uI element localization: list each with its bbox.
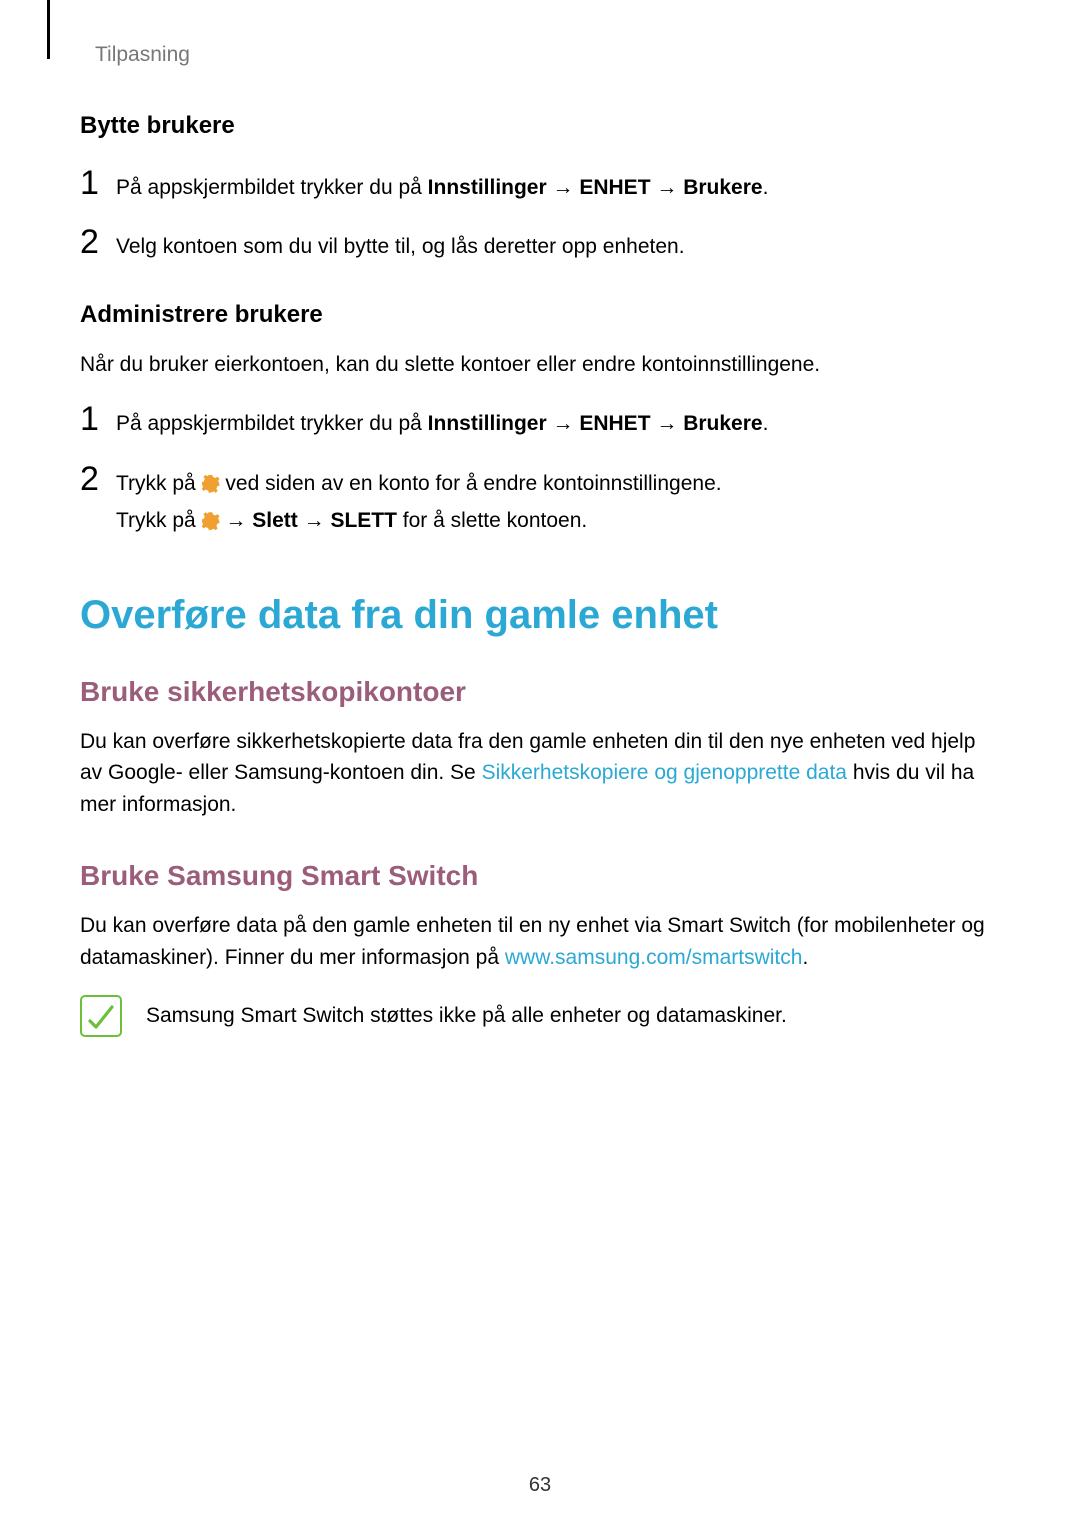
bold-text: Brukere [683,412,762,435]
text: ved siden av en konto for å endre kontoi… [220,472,722,495]
note-text: Samsung Smart Switch støttes ikke på all… [146,1004,787,1028]
heading-administrere-brukere: Administrere brukere [80,301,1000,329]
step-1-2: 2 Velg kontoen som du vil bytte til, og … [80,225,1000,262]
step-number: 1 [80,166,104,200]
page-number: 63 [0,1474,1080,1497]
admin-intro: Når du bruker eierkontoen, kan du slette… [80,349,1000,381]
arrow: → [220,509,253,532]
step-number: 2 [80,225,104,259]
step-2-2: 2 Trykk på ved siden av en konto for å e… [80,462,1000,537]
bold-text: ENHET [579,412,650,435]
step-text: Velg kontoen som du vil bytte til, og lå… [116,232,685,262]
bold-text: ENHET [579,176,650,199]
bold-text: SLETT [330,509,397,532]
heading-bruke-sikkerhetskopikontoer: Bruke sikkerhetskopikontoer [80,676,1000,708]
bold-text: Brukere [683,176,762,199]
text: . [763,176,769,199]
text: . [763,412,769,435]
step-number: 2 [80,462,104,496]
heading-bytte-brukere: Bytte brukere [80,112,1000,140]
link-backup-restore[interactable]: Sikkerhetskopiere og gjenopprette data [482,761,847,784]
heading-overfore-data: Overføre data fra din gamle enhet [80,593,1000,638]
text: På appskjermbildet trykker du på [116,412,428,435]
page-content: Tilpasning Bytte brukere 1 På appskjermb… [0,0,1080,1037]
note-row: Samsung Smart Switch støttes ikke på all… [80,995,1000,1037]
text: Trykk på [116,509,202,532]
note-icon [80,995,122,1037]
text: Trykk på [116,472,202,495]
arrow: → [298,509,331,532]
step-text: Trykk på ved siden av en konto for å end… [116,469,722,537]
arrow: → [651,412,684,435]
arrow: → [651,176,684,199]
step-1-1: 1 På appskjermbildet trykker du på Innst… [80,166,1000,203]
breadcrumb: Tilpasning [95,43,1000,67]
bold-text: Innstillinger [428,412,547,435]
step-text: På appskjermbildet trykker du på Innstil… [116,409,768,439]
gear-icon [202,512,220,530]
text: . [802,946,808,969]
step-number: 1 [80,402,104,436]
arrow: → [547,176,580,199]
heading-bruke-smart-switch: Bruke Samsung Smart Switch [80,860,1000,892]
arrow: → [547,412,580,435]
sect-a-paragraph: Du kan overføre sikkerhetskopierte data … [80,726,1000,821]
sect-b-paragraph: Du kan overføre data på den gamle enhete… [80,910,1000,973]
link-smartswitch[interactable]: www.samsung.com/smartswitch [505,946,803,969]
step-2-1: 1 På appskjermbildet trykker du på Innst… [80,402,1000,439]
text: På appskjermbildet trykker du på [116,176,428,199]
step-text: På appskjermbildet trykker du på Innstil… [116,173,768,203]
bold-text: Innstillinger [428,176,547,199]
bold-text: Slett [252,509,298,532]
text: for å slette kontoen. [397,509,587,532]
gear-icon [202,475,220,493]
